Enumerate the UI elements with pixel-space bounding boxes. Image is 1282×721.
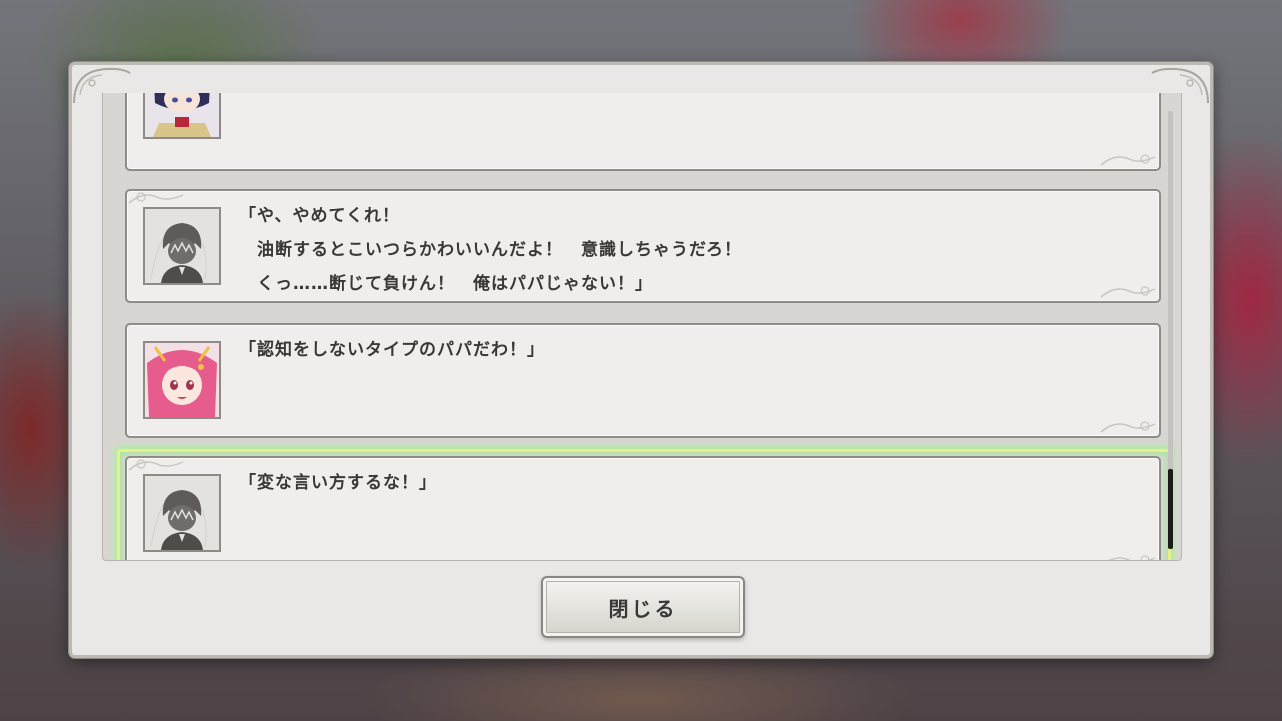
log-scrollbar-thumb[interactable] [1168, 469, 1173, 549]
swirl-ornament-icon [128, 192, 184, 204]
silhouette-player-icon [145, 209, 219, 283]
speaker-portrait [143, 207, 221, 285]
log-entry[interactable]: 「認知をしないタイプのパパだわ！」 [125, 323, 1161, 438]
silhouette-player-icon [145, 476, 219, 550]
swirl-ornament-icon [1108, 555, 1156, 560]
log-entry[interactable] [125, 93, 1161, 171]
swirl-ornament-icon [1100, 421, 1156, 433]
speaker-portrait [143, 474, 221, 552]
close-button[interactable]: 閉じる [541, 576, 745, 638]
dialogue-text: 「や、やめてくれ！ 油断するとこいつらかわいいんだよ！ 意識しちゃうだろ！ くっ… [239, 206, 742, 294]
swirl-ornament-icon [128, 459, 184, 471]
backlog-list[interactable]: 「や、やめてくれ！ 油断するとこいつらかわいいんだよ！ 意識しちゃうだろ！ くっ… [102, 93, 1182, 561]
log-entry[interactable]: 「や、やめてくれ！ 油断するとこいつらかわいいんだよ！ 意識しちゃうだろ！ くっ… [125, 189, 1161, 303]
pink-hair-character-icon [145, 343, 219, 417]
swirl-ornament-icon [1100, 154, 1156, 166]
dialogue-text: 「認知をしないタイプのパパだわ！」 [239, 340, 545, 360]
backlog-window: 「や、やめてくれ！ 油断するとこいつらかわいいんだよ！ 意識しちゃうだろ！ くっ… [69, 62, 1213, 658]
dialogue-text: 「変な言い方するな！」 [239, 473, 437, 493]
speaker-portrait [143, 93, 221, 139]
log-entry-selected[interactable]: 「変な言い方するな！」 [125, 456, 1161, 560]
speaker-portrait [143, 341, 221, 419]
log-scrollbar[interactable] [1168, 111, 1173, 549]
dark-hair-character-icon [145, 93, 219, 137]
